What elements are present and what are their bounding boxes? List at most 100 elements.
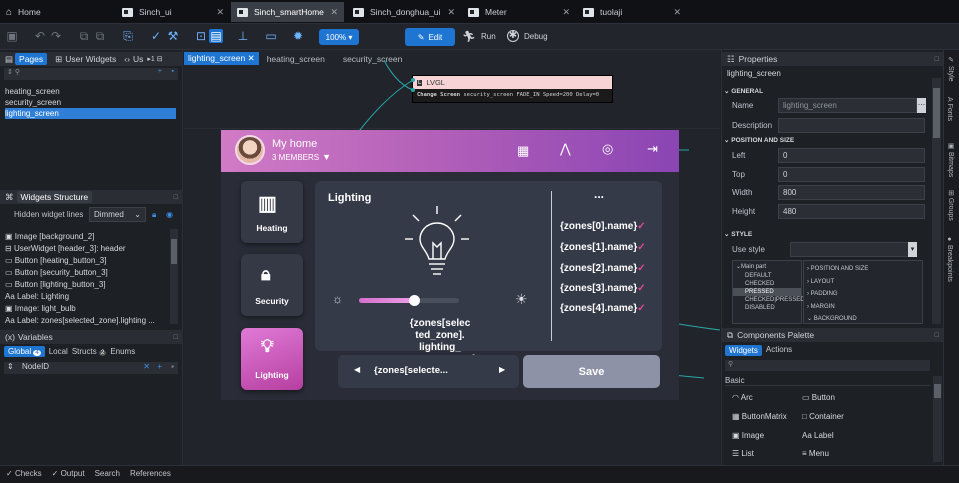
part-main[interactable]: ⌄Main part: [733, 261, 801, 272]
properties-scrollbar[interactable]: [932, 78, 941, 324]
slider-knob[interactable]: [409, 295, 420, 306]
style-group-item[interactable]: › POSITION AND SIZE: [807, 263, 919, 276]
palette-list[interactable]: ☰ List: [732, 449, 754, 458]
network-icon[interactable]: ⋀: [560, 141, 571, 157]
undo-icon[interactable]: ↶: [33, 29, 47, 43]
tab-home[interactable]: ⌂ Home: [0, 2, 110, 22]
add-icon[interactable]: +: [157, 362, 162, 371]
section-style[interactable]: ⌄ STYLE: [724, 230, 752, 238]
zone-label[interactable]: {zones[0].name}✓: [560, 221, 646, 232]
delete-icon[interactable]: ▪: [171, 362, 174, 371]
palette-buttonmatrix[interactable]: ▦ ButtonMatrix: [732, 412, 787, 421]
widgets-structure-title[interactable]: Widgets Structure: [16, 191, 93, 203]
section-general[interactable]: ⌄ GENERAL: [724, 87, 763, 95]
logout-icon[interactable]: ⇥: [647, 141, 658, 157]
close-icon[interactable]: ✕: [216, 7, 224, 18]
check-icon[interactable]: ✓: [149, 29, 163, 43]
palette-menu[interactable]: ≡ Menu: [802, 449, 829, 458]
copy-icon[interactable]: ⧉: [93, 29, 107, 43]
page-item[interactable]: heating_screen: [5, 86, 60, 97]
description-field[interactable]: [778, 118, 925, 133]
run-button[interactable]: 🏃︎ Run: [462, 30, 496, 43]
height-field[interactable]: 480: [778, 204, 925, 219]
scrollbar[interactable]: [170, 229, 178, 324]
dock-style[interactable]: ✎ Style: [946, 56, 954, 82]
style-group-item[interactable]: › LAYOUT: [807, 276, 919, 289]
variable-search-input[interactable]: ⇕ NodeID ✕ + ▪: [4, 362, 178, 374]
style-group-item[interactable]: ⌄ BACKGROUND: [807, 313, 919, 326]
tree-item[interactable]: ▭ Button [lighting_button_3]: [5, 279, 106, 290]
brightness-slider[interactable]: [359, 295, 459, 306]
lock-icon[interactable]: 🔒︎: [152, 210, 156, 220]
cut-icon[interactable]: ⧉: [77, 29, 91, 43]
state-default[interactable]: DEFAULT: [733, 272, 801, 280]
tree-item[interactable]: ▣ Image [background_2]: [5, 231, 94, 242]
page-item[interactable]: security_screen: [5, 97, 61, 108]
members-dropdown[interactable]: 3 MEMBERS ▼: [272, 152, 331, 162]
palette-search-input[interactable]: ⚲: [725, 360, 930, 371]
close-icon[interactable]: ✕: [330, 7, 338, 18]
overflow-tabs-icon[interactable]: ▸1 ⊟: [147, 55, 162, 63]
arrow-left-icon[interactable]: ◀: [354, 365, 360, 374]
tree-item[interactable]: Aa Label: Lighting: [5, 291, 69, 302]
screen-icon[interactable]: ▤: [209, 29, 223, 43]
tree-item[interactable]: ▭ Button [heating_button_3]: [5, 255, 106, 266]
tab-global[interactable]: Global 4: [4, 346, 45, 357]
dock-breakpoints[interactable]: ● Breakpoints: [946, 236, 953, 282]
palette-label[interactable]: Aa Label: [802, 431, 834, 440]
tab-enums[interactable]: Enums: [110, 347, 135, 356]
zone-label[interactable]: {zones[1].name}✓: [560, 242, 646, 253]
pin-icon[interactable]: □: [935, 56, 939, 63]
frame-icon[interactable]: ⊡: [194, 29, 208, 43]
use-style-select[interactable]: [790, 242, 917, 257]
close-icon[interactable]: ✕: [447, 7, 455, 18]
page-item-selected[interactable]: lighting_screen: [5, 108, 176, 119]
references-tab[interactable]: References: [130, 469, 171, 478]
edit-button[interactable]: ✎ Edit: [405, 28, 455, 46]
zone-label[interactable]: {zones[4].name}✓: [560, 303, 646, 314]
tab-sinch-donghua-ui[interactable]: Sinch_donghua_ui ✕: [347, 2, 461, 22]
zone-label[interactable]: {zones[3].name}✓: [560, 283, 646, 294]
redo-icon[interactable]: ↷: [49, 29, 63, 43]
dock-fonts[interactable]: A Fonts: [946, 97, 953, 121]
zoom-dropdown[interactable]: 100% ▾: [319, 29, 359, 45]
security-button[interactable]: 🔒︎ Security: [241, 254, 303, 316]
palette-scrollbar[interactable]: [933, 376, 942, 462]
style-group-item[interactable]: › PADDING: [807, 288, 919, 301]
pin-icon[interactable]: □: [174, 334, 178, 341]
checks-tab[interactable]: ✓ Checks: [6, 469, 42, 478]
name-field[interactable]: lighting_screen: [778, 98, 917, 113]
paste-icon[interactable]: ⎘: [121, 29, 135, 43]
calendar-icon[interactable]: ▦: [517, 143, 529, 159]
avatar[interactable]: [235, 135, 265, 165]
dock-groups[interactable]: ⊞ Groups: [946, 190, 954, 221]
state-checked-pressed[interactable]: CHECKED|PRESSED: [733, 296, 805, 304]
zone-label[interactable]: {zones[2].name}✓: [560, 263, 646, 274]
name-options-button[interactable]: …: [917, 98, 926, 113]
arrow-right-icon[interactable]: ▶: [499, 365, 505, 374]
save-button[interactable]: Save: [523, 355, 660, 388]
state-pressed[interactable]: PRESSED: [733, 288, 801, 296]
pin-icon[interactable]: □: [174, 194, 178, 201]
left-field[interactable]: 0: [778, 148, 925, 163]
palette-button[interactable]: ▭ Button: [802, 393, 835, 402]
width-field[interactable]: 800: [778, 185, 925, 200]
top-field[interactable]: 0: [778, 167, 925, 182]
style-group-item[interactable]: › MARGIN: [807, 301, 919, 314]
tree-item[interactable]: ▭ Button [security_button_3]: [5, 267, 108, 278]
pages-tab[interactable]: Pages: [15, 53, 48, 65]
us-tab[interactable]: Us: [133, 54, 143, 64]
gear-icon[interactable]: ✹: [291, 29, 305, 43]
more-icon[interactable]: ...: [594, 187, 604, 201]
pages-search-input[interactable]: ⇕ ⚲ + ▪: [4, 68, 178, 80]
heating-button[interactable]: ▥ Heating: [241, 181, 303, 243]
chevron-down-icon[interactable]: ▾: [908, 242, 917, 257]
tab-sinch-smarthome[interactable]: Sinch_smartHome ✕: [231, 2, 344, 22]
save-icon[interactable]: ▣: [5, 29, 19, 43]
palette-container[interactable]: □ Container: [802, 412, 844, 421]
tab-structs[interactable]: Structs 2: [72, 347, 107, 356]
tab-local[interactable]: Local: [49, 347, 68, 356]
add-icon[interactable]: +: [158, 68, 162, 75]
delete-icon[interactable]: ▪: [172, 68, 174, 75]
tab-widgets[interactable]: Widgets: [725, 345, 762, 356]
